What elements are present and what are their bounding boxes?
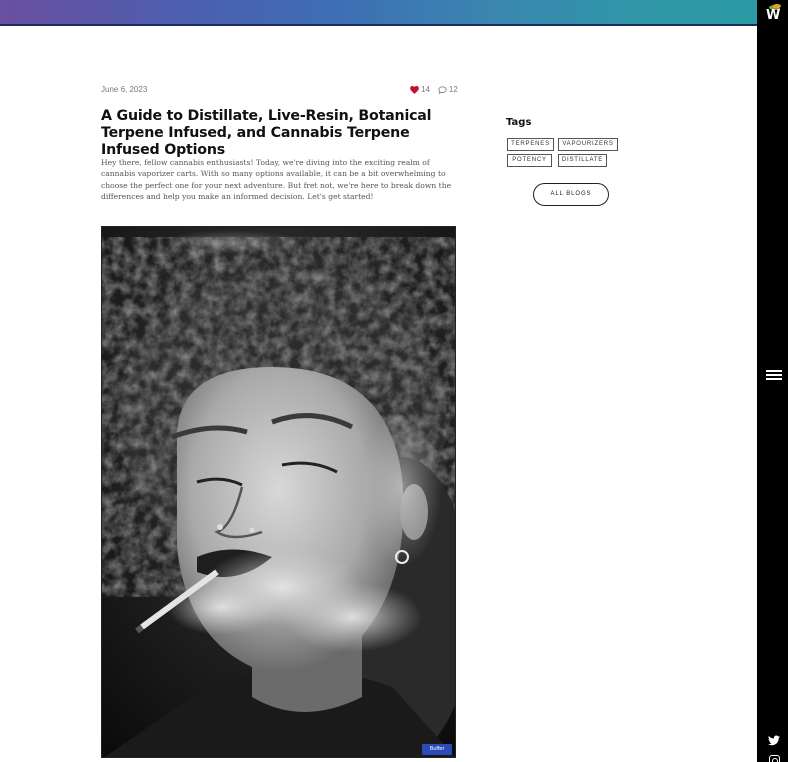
top-banner [0, 0, 757, 26]
buffer-share-button[interactable]: Buffer [422, 744, 452, 755]
tag-distillate[interactable]: DISTILLATE [558, 154, 607, 167]
all-blogs-button[interactable]: ALL BLOGS [533, 183, 609, 206]
post-intro: Hey there, fellow cannabis enthusiasts! … [101, 158, 452, 202]
post-date: June 6, 2023 [101, 85, 148, 94]
tag-terpenes[interactable]: TERPENES [507, 138, 554, 151]
post-title: A Guide to Distillate, Live-Resin, Botan… [101, 108, 432, 158]
right-nav-rail: W [757, 0, 788, 762]
hamburger-menu-icon[interactable] [766, 370, 782, 381]
menu-line [766, 374, 782, 376]
portrait-photo [102, 227, 455, 757]
menu-line [766, 370, 782, 372]
logo-letter: W [766, 8, 781, 23]
comment-icon[interactable] [438, 85, 447, 94]
heart-icon[interactable] [410, 85, 419, 94]
site-logo[interactable]: W [766, 4, 782, 23]
tags-heading: Tags [506, 117, 532, 128]
like-count: 14 [421, 85, 430, 94]
buffer-label: Buffer [429, 746, 445, 752]
tag-vapourizers[interactable]: VAPOURIZERS [558, 138, 618, 151]
comment-count: 12 [448, 85, 458, 94]
tag-potency[interactable]: POTENCY [507, 154, 552, 167]
twitter-icon[interactable] [768, 735, 780, 746]
menu-line [766, 378, 782, 380]
post-featured-image [101, 226, 456, 758]
instagram-icon[interactable] [769, 755, 780, 762]
post-stats: 14 12 [410, 85, 458, 94]
